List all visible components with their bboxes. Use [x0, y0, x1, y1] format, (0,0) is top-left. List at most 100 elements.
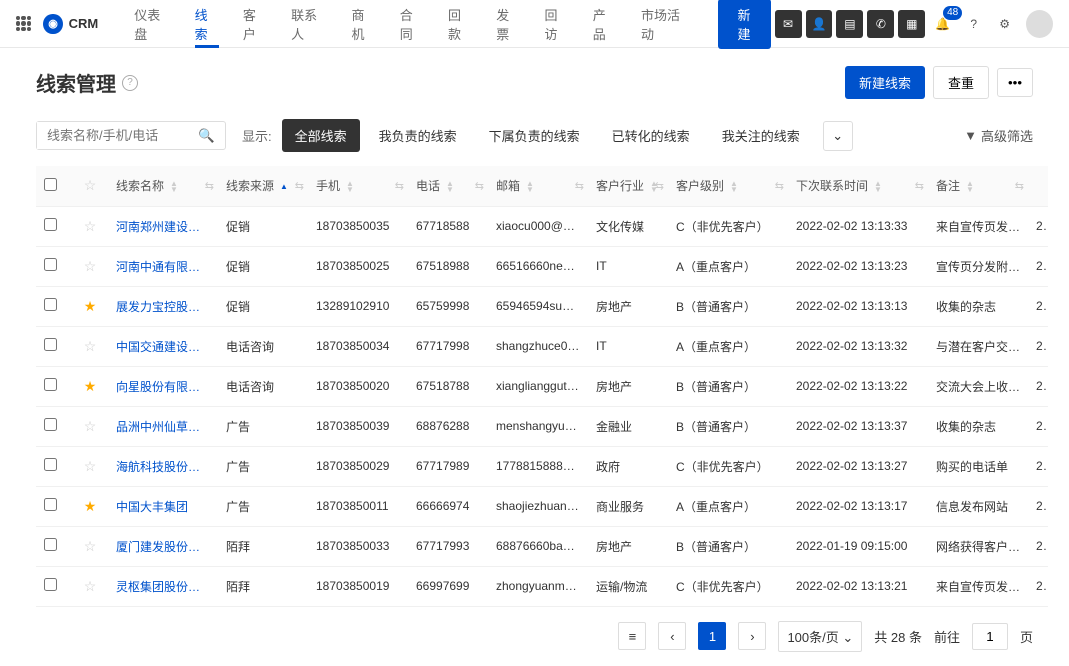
lead-name-link[interactable]: 向星股份有限公司	[108, 366, 218, 406]
row-checkbox[interactable]	[44, 338, 57, 351]
nav-tab-1[interactable]: 线索	[183, 0, 231, 48]
row-checkbox[interactable]	[44, 458, 57, 471]
sort-icon[interactable]: ▲▼	[874, 181, 882, 192]
next-page-icon[interactable]: ›	[738, 622, 766, 650]
column-header-0[interactable]: 线索名称▲▼⇆	[108, 166, 218, 206]
resize-handle-icon[interactable]: ⇆	[655, 179, 664, 192]
nav-tab-7[interactable]: 发票	[484, 0, 532, 48]
settings-icon[interactable]: ⚙	[991, 10, 1018, 38]
lead-name-link[interactable]: 河南中通有限公司	[108, 246, 218, 286]
resize-handle-icon[interactable]: ⇆	[395, 179, 404, 192]
resize-handle-icon[interactable]: ⇆	[475, 179, 484, 192]
lead-name-link[interactable]: 河南郑州建设股份…	[108, 206, 218, 246]
new-button[interactable]: 新建	[718, 0, 771, 49]
star-icon[interactable]: ★	[84, 498, 97, 514]
filter-chip-1[interactable]: 我负责的线索	[366, 119, 470, 152]
filter-caret-icon[interactable]: ⌄	[823, 121, 853, 151]
star-icon[interactable]: ☆	[84, 418, 97, 434]
nav-tab-0[interactable]: 仪表盘	[122, 0, 182, 48]
filter-chip-4[interactable]: 我关注的线索	[709, 119, 813, 152]
mail-icon[interactable]: ✉	[775, 10, 802, 38]
lead-name-link[interactable]: 灵枢集团股份有限…	[108, 566, 218, 606]
user-icon[interactable]: 👤	[806, 10, 833, 38]
lead-name-link[interactable]: 展发力宝控股集团…	[108, 286, 218, 326]
column-header-1[interactable]: 线索来源▲⇆	[218, 166, 308, 206]
sort-icon[interactable]: ▲▼	[526, 181, 534, 192]
star-icon[interactable]: ☆	[84, 258, 97, 274]
column-header-8[interactable]: 备注▲▼⇆	[928, 166, 1028, 206]
search-input[interactable]	[37, 122, 188, 149]
star-icon[interactable]: ☆	[84, 218, 97, 234]
bell-icon[interactable]: 🔔48	[929, 10, 956, 38]
nav-tab-10[interactable]: 市场活动	[629, 0, 702, 48]
notes-icon[interactable]: ▤	[836, 10, 863, 38]
resize-handle-icon[interactable]: ⇆	[1015, 179, 1024, 192]
star-icon[interactable]: ☆	[84, 578, 97, 594]
resize-handle-icon[interactable]: ⇆	[205, 179, 214, 192]
goto-input[interactable]	[972, 623, 1008, 650]
more-actions-button[interactable]: •••	[997, 68, 1033, 97]
calendar-icon[interactable]: ▦	[898, 10, 925, 38]
sort-icon[interactable]: ▲▼	[966, 181, 974, 192]
resize-handle-icon[interactable]: ⇆	[775, 179, 784, 192]
phone-icon[interactable]: ✆	[867, 10, 894, 38]
row-checkbox[interactable]	[44, 258, 57, 271]
row-checkbox[interactable]	[44, 218, 57, 231]
nav-tab-8[interactable]: 回访	[532, 0, 580, 48]
row-checkbox[interactable]	[44, 578, 57, 591]
select-all-checkbox[interactable]	[44, 178, 57, 191]
star-icon[interactable]: ☆	[84, 338, 97, 354]
filter-chip-0[interactable]: 全部线索	[282, 119, 360, 152]
row-checkbox[interactable]	[44, 418, 57, 431]
lead-name-link[interactable]: 中国交通建设股份…	[108, 326, 218, 366]
cell-phone: 66997699	[408, 566, 488, 606]
sort-icon[interactable]: ▲▼	[346, 181, 354, 192]
row-checkbox[interactable]	[44, 298, 57, 311]
filter-chip-3[interactable]: 已转化的线索	[599, 119, 703, 152]
advanced-filter-link[interactable]: ▼ 高级筛选	[964, 126, 1033, 145]
lead-name-link[interactable]: 中国大丰集团	[108, 486, 218, 526]
prev-page-icon[interactable]: ‹	[658, 622, 686, 650]
column-header-5[interactable]: 客户行业▲▼⇆	[588, 166, 668, 206]
lead-name-link[interactable]: 厦门建发股份有限…	[108, 526, 218, 566]
nav-tab-9[interactable]: 产品	[581, 0, 629, 48]
page-number[interactable]: 1	[698, 622, 726, 650]
page-help-icon[interactable]: ?	[122, 75, 138, 91]
row-checkbox[interactable]	[44, 498, 57, 511]
sort-icon[interactable]: ▲▼	[446, 181, 454, 192]
column-header-7[interactable]: 下次联系时间▲▼⇆	[788, 166, 928, 206]
nav-tab-5[interactable]: 合同	[388, 0, 436, 48]
sort-icon[interactable]: ▲▼	[730, 181, 738, 192]
filter-chip-2[interactable]: 下属负责的线索	[476, 119, 593, 152]
resize-handle-icon[interactable]: ⇆	[575, 179, 584, 192]
row-checkbox[interactable]	[44, 378, 57, 391]
cell-industry: 商业服务	[588, 486, 668, 526]
nav-tab-4[interactable]: 商机	[339, 0, 387, 48]
column-header-9[interactable]	[1028, 166, 1048, 206]
nav-tab-3[interactable]: 联系人	[279, 0, 339, 48]
lead-name-link[interactable]: 海航科技股份有限…	[108, 446, 218, 486]
nav-tab-2[interactable]: 客户	[231, 0, 279, 48]
star-icon[interactable]: ★	[84, 298, 97, 314]
resize-handle-icon[interactable]: ⇆	[295, 179, 304, 192]
dedup-button[interactable]: 查重	[933, 66, 989, 99]
sort-icon[interactable]: ▲	[280, 184, 288, 190]
column-header-3[interactable]: 电话▲▼⇆	[408, 166, 488, 206]
column-header-6[interactable]: 客户级别▲▼⇆	[668, 166, 788, 206]
column-header-4[interactable]: 邮箱▲▼⇆	[488, 166, 588, 206]
cell-phone: 67518988	[408, 246, 488, 286]
view-mode-icon[interactable]: ≡	[618, 622, 646, 650]
new-lead-button[interactable]: 新建线索	[845, 66, 925, 99]
nav-tab-6[interactable]: 回款	[436, 0, 484, 48]
app-launcher-icon[interactable]	[16, 16, 31, 32]
lead-name-link[interactable]: 品洲中州仙草娱乐…	[108, 406, 218, 446]
avatar[interactable]	[1026, 10, 1053, 38]
star-icon[interactable]: ★	[84, 378, 97, 394]
help-icon[interactable]: ?	[960, 10, 987, 38]
page-size-select[interactable]: 100条/页 ⌄	[778, 621, 862, 652]
star-icon[interactable]: ☆	[84, 458, 97, 474]
resize-handle-icon[interactable]: ⇆	[915, 179, 924, 192]
column-header-2[interactable]: 手机▲▼⇆	[308, 166, 408, 206]
sort-icon[interactable]: ▲▼	[170, 181, 178, 192]
search-icon[interactable]: 🔍	[188, 128, 225, 144]
